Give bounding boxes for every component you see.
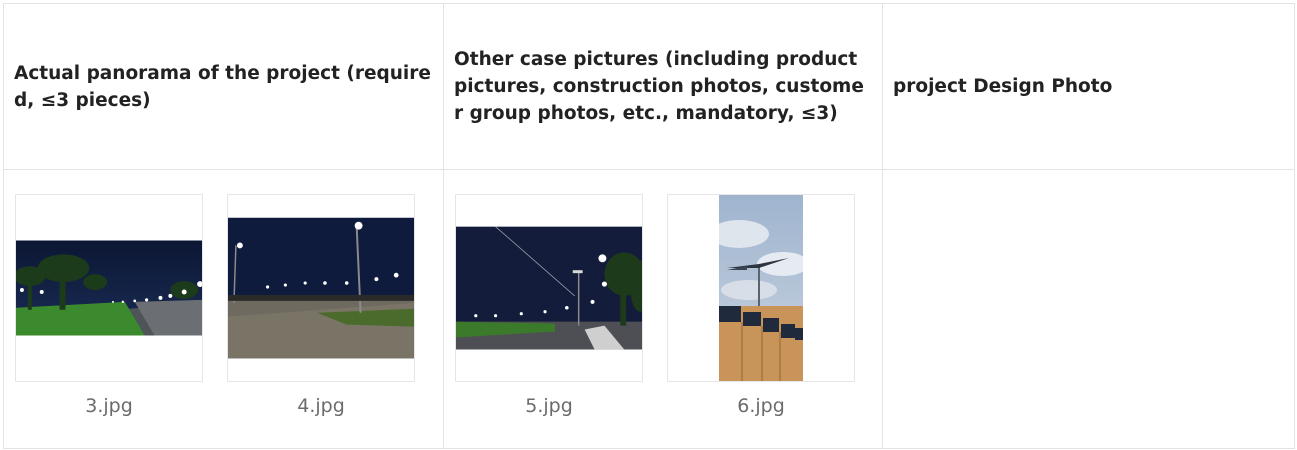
image-thumbnail[interactable]: 5.jpg — [455, 194, 643, 417]
photo-street-lights-palms-icon[interactable] — [16, 240, 202, 336]
header-design-photo: project Design Photo — [883, 4, 1294, 170]
image-thumbnail[interactable]: 4.jpg — [227, 194, 415, 417]
header-other-case-pictures-label: Other case pictures (including product p… — [454, 49, 864, 124]
header-actual-panorama-label: Actual panorama of the project (required… — [14, 62, 431, 111]
header-other-case-pictures: Other case pictures (including product p… — [444, 4, 883, 170]
image-frame[interactable] — [15, 194, 203, 382]
image-filename: 6.jpg — [737, 395, 785, 417]
image-frame[interactable] — [455, 194, 643, 382]
image-frame[interactable] — [227, 194, 415, 382]
image-thumbnail[interactable]: 3.jpg — [15, 194, 203, 417]
photo-solar-street-lamp-icon[interactable] — [719, 194, 803, 382]
design-images-cell — [883, 170, 1294, 448]
image-filename: 3.jpg — [85, 395, 133, 417]
image-filename: 5.jpg — [525, 395, 573, 417]
image-thumbnail[interactable]: 6.jpg — [667, 194, 855, 417]
image-filename: 4.jpg — [297, 395, 345, 417]
header-design-photo-label: project Design Photo — [893, 76, 1113, 97]
panorama-images-cell: 3.jpg 4.jpg — [4, 170, 444, 448]
photo-road-lights-night-icon[interactable] — [456, 226, 642, 350]
header-actual-panorama: Actual panorama of the project (required… — [4, 4, 444, 170]
upload-table: Actual panorama of the project (required… — [3, 3, 1295, 449]
image-frame[interactable] — [667, 194, 855, 382]
case-images-cell: 5.jpg 6.jpg — [444, 170, 883, 448]
photo-parking-lot-lights-icon[interactable] — [228, 217, 414, 359]
